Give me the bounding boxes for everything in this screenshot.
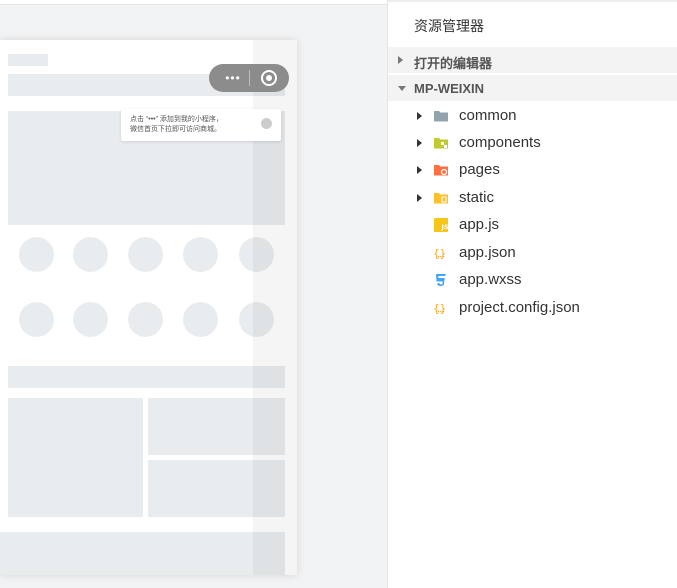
chevron-right-icon bbox=[417, 166, 422, 174]
skeleton-icon bbox=[73, 302, 108, 337]
skeleton-icon bbox=[73, 237, 108, 272]
chevron-right-icon bbox=[417, 194, 422, 202]
tree-item-label: pages bbox=[459, 161, 500, 178]
skeleton-icon bbox=[128, 237, 163, 272]
tree-item-label: app.json bbox=[459, 244, 516, 261]
tree-item-label: components bbox=[459, 134, 541, 151]
skeleton-icon bbox=[19, 302, 54, 337]
skeleton-divider-bar bbox=[8, 366, 285, 388]
tree-item-label: common bbox=[459, 107, 517, 124]
add-to-mini-program-tip: 点击 “•••” 添加到我的小程序， 微信首页下拉即可访问商城。 bbox=[121, 109, 281, 141]
tree-folder-pages[interactable]: pages bbox=[388, 157, 677, 183]
tree-item-label: app.js bbox=[459, 216, 500, 233]
explorer-title: 资源管理器 bbox=[414, 18, 484, 34]
close-mini-program-icon[interactable] bbox=[261, 70, 277, 86]
explorer-topline bbox=[388, 0, 677, 2]
tree-file-app-js[interactable]: JS app.js bbox=[388, 212, 677, 238]
tree-file-app-json[interactable]: {} app.json bbox=[388, 240, 677, 266]
svg-text:JS: JS bbox=[441, 223, 449, 231]
svg-text:{}: {} bbox=[433, 302, 446, 315]
tree-folder-components[interactable]: components bbox=[388, 130, 677, 156]
status-bar bbox=[8, 48, 48, 61]
section-label: MP-WEIXIN bbox=[414, 81, 485, 96]
section-open-editors[interactable]: 打开的编辑器 bbox=[388, 47, 677, 73]
tree-item-label: static bbox=[459, 189, 495, 206]
skeleton-footer bbox=[0, 532, 285, 575]
section-label: 打开的编辑器 bbox=[414, 56, 493, 71]
skeleton-icon bbox=[183, 302, 218, 337]
chevron-right-icon bbox=[417, 139, 422, 147]
skeleton-icon bbox=[19, 237, 54, 272]
chevron-right-icon bbox=[398, 56, 403, 64]
tree-item-label: project.config.json bbox=[459, 299, 580, 316]
folder-icon bbox=[434, 111, 448, 122]
section-project[interactable]: MP-WEIXIN bbox=[388, 75, 677, 101]
pages-folder-icon bbox=[434, 165, 448, 176]
chevron-right-icon bbox=[417, 112, 422, 120]
json-file-icon: {} bbox=[433, 247, 446, 260]
simulator-panel: ••• 点击 “•••” 添加到我的小程序， 微信首页下拉即可访问商城。 bbox=[0, 0, 387, 588]
capsule-separator bbox=[249, 70, 250, 86]
tip-close-icon[interactable] bbox=[261, 118, 272, 129]
tip-line-2: 微信首页下拉即可访问商城。 bbox=[130, 126, 221, 133]
more-button[interactable]: ••• bbox=[218, 71, 248, 85]
chevron-down-icon bbox=[398, 86, 406, 91]
tree-folder-common[interactable]: common bbox=[388, 103, 677, 129]
skeleton-header bbox=[8, 54, 48, 66]
skeleton-card-large bbox=[8, 398, 143, 517]
skeleton-icon bbox=[183, 237, 218, 272]
components-folder-icon bbox=[434, 138, 448, 149]
tip-line-1: 点击 “•••” 添加到我的小程序， bbox=[130, 116, 223, 123]
mini-program-capsule[interactable]: ••• bbox=[209, 64, 289, 92]
css-file-icon bbox=[436, 274, 446, 287]
explorer-panel: 资源管理器 打开的编辑器 MP-WEIXIN common components… bbox=[387, 0, 677, 588]
phone-screen[interactable]: ••• 点击 “•••” 添加到我的小程序， 微信首页下拉即可访问商城。 bbox=[0, 40, 297, 575]
tree-folder-static[interactable]: static bbox=[388, 185, 677, 211]
simulator-topbar bbox=[0, 0, 387, 5]
skeleton-icon bbox=[128, 302, 163, 337]
js-file-icon: JS bbox=[434, 218, 449, 232]
static-folder-icon bbox=[434, 193, 448, 204]
svg-text:{}: {} bbox=[433, 247, 446, 260]
tree-file-project-config-json[interactable]: {} project.config.json bbox=[388, 295, 677, 321]
tree-item-label: app.wxss bbox=[459, 271, 522, 288]
tree-file-app-wxss[interactable]: app.wxss bbox=[388, 267, 677, 293]
json-file-icon: {} bbox=[433, 302, 446, 315]
